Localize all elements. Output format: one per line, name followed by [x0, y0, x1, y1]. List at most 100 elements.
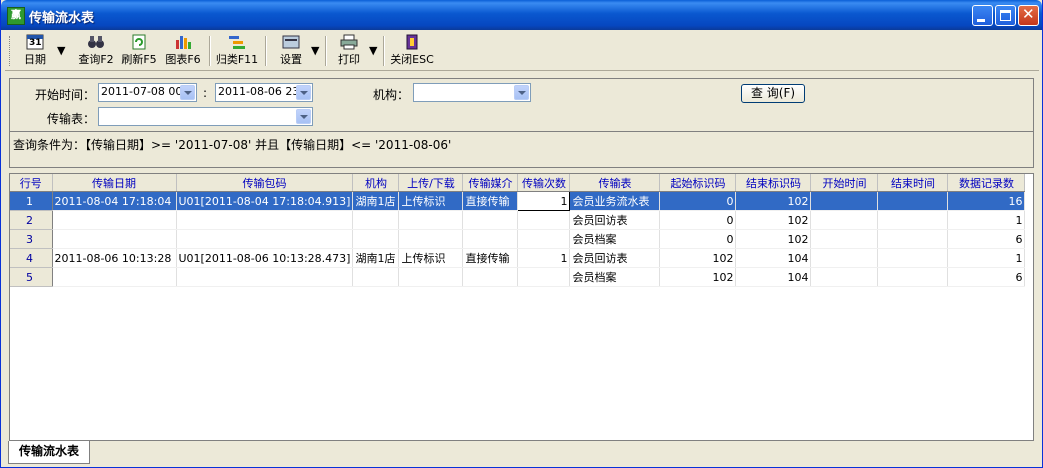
cell[interactable]: U01[2011-08-04 17:18:04.913]	[176, 191, 354, 211]
print-button[interactable]: 打印	[331, 34, 367, 68]
cell[interactable]: 102	[735, 229, 812, 249]
cell[interactable]	[462, 210, 519, 230]
table-row[interactable]: 3 会员档案 0 102 6	[10, 229, 1026, 249]
cell[interactable]	[517, 267, 571, 287]
cell[interactable]: 会员业务流水表	[569, 191, 661, 211]
org-combo[interactable]	[413, 83, 531, 102]
column-header[interactable]: 机构	[352, 174, 400, 192]
cell[interactable]: 0	[659, 191, 737, 211]
column-header[interactable]: 开始时间	[810, 174, 879, 192]
column-header[interactable]: 传输次数	[517, 174, 571, 192]
column-header[interactable]: 数据记录数	[947, 174, 1026, 192]
chevron-down-icon[interactable]	[514, 85, 529, 100]
column-header[interactable]: 上传/下载	[398, 174, 464, 192]
cell[interactable]: 会员档案	[569, 267, 661, 287]
cell[interactable]	[176, 210, 354, 230]
cell[interactable]	[517, 210, 571, 230]
refresh-button[interactable]: 刷新F5	[118, 34, 160, 68]
row-number[interactable]: 5	[10, 267, 53, 287]
query-button[interactable]: 查询F2	[75, 34, 117, 68]
cell[interactable]: 1	[947, 248, 1026, 268]
cell[interactable]	[877, 267, 949, 287]
cell[interactable]: 会员回访表	[569, 248, 661, 268]
cell[interactable]: 6	[947, 267, 1026, 287]
cell[interactable]: 直接传输	[462, 248, 519, 268]
cell[interactable]	[810, 210, 879, 230]
column-header[interactable]: 行号	[10, 174, 53, 192]
chevron-down-icon[interactable]	[296, 109, 311, 124]
query-submit-button[interactable]: 查 询(F)	[741, 84, 805, 103]
cell[interactable]: 6	[947, 229, 1026, 249]
column-header[interactable]: 传输表	[569, 174, 661, 192]
cell[interactable]: 16	[947, 191, 1026, 211]
cell[interactable]	[352, 267, 400, 287]
close-button[interactable]: 关闭ESC	[389, 34, 435, 68]
cell[interactable]	[398, 267, 464, 287]
cell[interactable]	[398, 210, 464, 230]
column-header[interactable]: 结束时间	[877, 174, 949, 192]
cell[interactable]	[517, 229, 571, 249]
cell[interactable]: 102	[659, 267, 737, 287]
cell[interactable]	[877, 248, 949, 268]
print-dropdown-arrow[interactable]: ▼	[369, 44, 377, 78]
chevron-down-icon[interactable]	[180, 85, 195, 100]
close-window-button[interactable]: ✕	[1018, 5, 1039, 26]
table-row[interactable]: 2 会员回访表 0 102 1	[10, 210, 1026, 230]
table-row[interactable]: 1 2011-08-04 17:18:04 U01[2011-08-04 17:…	[10, 191, 1026, 211]
settings-dropdown-arrow[interactable]: ▼	[311, 44, 319, 78]
column-header[interactable]: 结束标识码	[735, 174, 812, 192]
cell[interactable]: 2011-08-06 10:13:28	[52, 248, 177, 268]
table-row[interactable]: 4 2011-08-06 10:13:28 U01[2011-08-06 10:…	[10, 248, 1026, 268]
cell[interactable]: 1	[947, 210, 1026, 230]
chevron-down-icon[interactable]	[296, 85, 311, 100]
cell[interactable]	[52, 229, 177, 249]
cell[interactable]	[877, 191, 949, 211]
column-header[interactable]: 传输媒介	[462, 174, 519, 192]
cell[interactable]: 104	[735, 267, 812, 287]
chart-button[interactable]: 图表F6	[162, 34, 204, 68]
cell[interactable]: 湖南1店	[352, 191, 400, 211]
cell-editor[interactable]: 1	[517, 191, 571, 211]
cell[interactable]	[810, 191, 879, 211]
cell[interactable]: 上传标识	[398, 191, 464, 211]
cell[interactable]: 104	[735, 248, 812, 268]
date-dropdown-arrow[interactable]: ▼	[57, 44, 65, 78]
start-time-combo[interactable]: 2011-07-08 00	[98, 83, 197, 102]
cell[interactable]: 1	[517, 248, 571, 268]
transfer-table-combo[interactable]	[98, 107, 313, 126]
cell[interactable]	[398, 229, 464, 249]
cell[interactable]: 上传标识	[398, 248, 464, 268]
date-button[interactable]: 31 日期	[17, 34, 53, 68]
column-header[interactable]: 传输包码	[176, 174, 354, 192]
column-header[interactable]: 传输日期	[52, 174, 177, 192]
cell[interactable]	[877, 210, 949, 230]
table-row[interactable]: 5 会员档案 102 104 6	[10, 267, 1026, 287]
cell[interactable]: 0	[659, 210, 737, 230]
minimize-button[interactable]	[972, 5, 993, 26]
tab-transfer-log[interactable]: 传输流水表	[8, 441, 90, 464]
cell[interactable]	[810, 248, 879, 268]
cell[interactable]: 会员回访表	[569, 210, 661, 230]
row-number[interactable]: 2	[10, 210, 53, 230]
row-number[interactable]: 4	[10, 248, 53, 268]
title-bar[interactable]: 赢 传输流水表 ✕	[1, 0, 1042, 30]
cell[interactable]	[52, 267, 177, 287]
row-number[interactable]: 3	[10, 229, 53, 249]
cell[interactable]	[877, 229, 949, 249]
cell[interactable]: 0	[659, 229, 737, 249]
cell[interactable]	[52, 210, 177, 230]
row-number[interactable]: 1	[10, 191, 53, 211]
maximize-button[interactable]	[995, 5, 1016, 26]
settings-button[interactable]: 设置	[273, 34, 309, 68]
cell[interactable]: 102	[659, 248, 737, 268]
cell[interactable]	[352, 210, 400, 230]
cell[interactable]	[810, 229, 879, 249]
cell[interactable]	[176, 229, 354, 249]
cell[interactable]: 直接传输	[462, 191, 519, 211]
column-header[interactable]: 起始标识码	[659, 174, 737, 192]
cell[interactable]: 102	[735, 191, 812, 211]
cell[interactable]	[352, 229, 400, 249]
cell[interactable]: 会员档案	[569, 229, 661, 249]
cell[interactable]: U01[2011-08-06 10:13:28.473]	[176, 248, 354, 268]
cell[interactable]	[462, 267, 519, 287]
